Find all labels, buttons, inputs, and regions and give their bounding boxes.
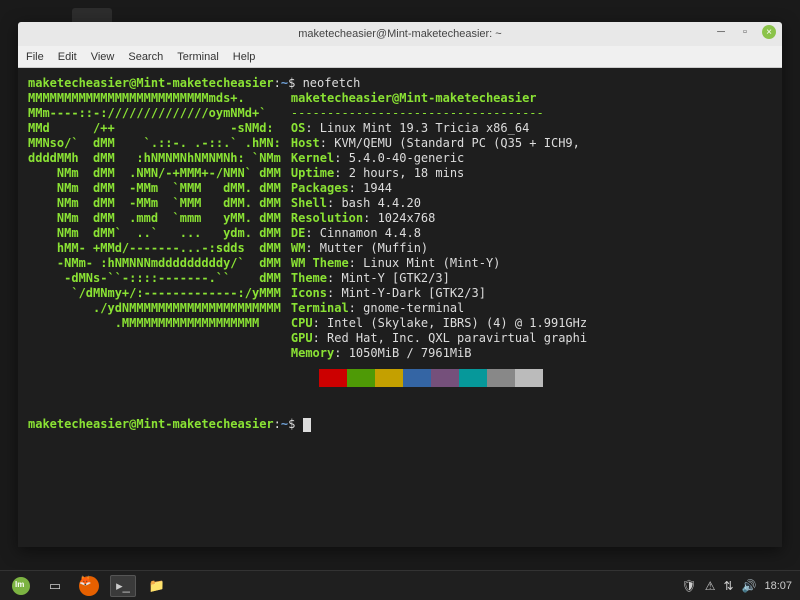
terminal-window: maketecheasier@Mint-maketecheasier: ~ ─ … (18, 22, 782, 547)
network-icon[interactable]: ⇅ (723, 579, 733, 593)
warning-icon[interactable]: ⚠ (705, 579, 716, 593)
show-desktop-icon[interactable]: ▭ (42, 575, 68, 597)
neofetch-info: maketecheasier@Mint-maketecheasier -----… (291, 91, 772, 387)
prompt-symbol: $ (288, 76, 295, 90)
clock[interactable]: 18:07 (764, 580, 792, 592)
window-controls: ─ ▫ × (714, 25, 776, 39)
system-tray: 🛡 ⚠ ⇅ 🔊 18:07 (681, 579, 792, 593)
window-titlebar[interactable]: maketecheasier@Mint-maketecheasier: ~ ─ … (18, 22, 782, 46)
menu-search[interactable]: Search (128, 51, 163, 63)
minimize-button[interactable]: ─ (714, 25, 728, 39)
command: neofetch (303, 76, 361, 90)
terminal-output[interactable]: maketecheasier@Mint-maketecheasier:~$ ne… (18, 68, 782, 547)
shield-icon[interactable]: 🛡 (681, 579, 696, 593)
menu-terminal[interactable]: Terminal (177, 51, 219, 63)
ascii-logo: MMMMMMMMMMMMMMMMMMMMMMMMMmds+. MMm----::… (28, 91, 281, 387)
desktop: maketecheasier@Mint-maketecheasier: ~ ─ … (0, 0, 800, 600)
menubar: File Edit View Search Terminal Help (18, 46, 782, 68)
mint-logo-icon (12, 577, 30, 595)
maximize-button[interactable]: ▫ (738, 25, 752, 39)
menu-file[interactable]: File (26, 51, 44, 63)
files-icon[interactable]: 📁 (144, 575, 170, 597)
window-title: maketecheasier@Mint-maketecheasier: ~ (18, 28, 782, 40)
nf-title: maketecheasier@Mint-maketecheasier (291, 91, 537, 105)
start-menu-button[interactable] (8, 575, 34, 597)
firefox-icon[interactable]: 🦊 (76, 575, 102, 597)
color-swatches (291, 369, 772, 387)
cursor (303, 418, 311, 432)
menu-edit[interactable]: Edit (58, 51, 77, 63)
menu-view[interactable]: View (91, 51, 115, 63)
taskbar: ▭ 🦊 ▸_ 📁 🛡 ⚠ ⇅ 🔊 18:07 (0, 570, 800, 600)
terminal-task-icon[interactable]: ▸_ (110, 575, 136, 597)
volume-icon[interactable]: 🔊 (742, 579, 757, 593)
close-button[interactable]: × (762, 25, 776, 39)
prompt-user-host: maketecheasier@Mint-maketecheasier (28, 76, 274, 90)
menu-help[interactable]: Help (233, 51, 256, 63)
